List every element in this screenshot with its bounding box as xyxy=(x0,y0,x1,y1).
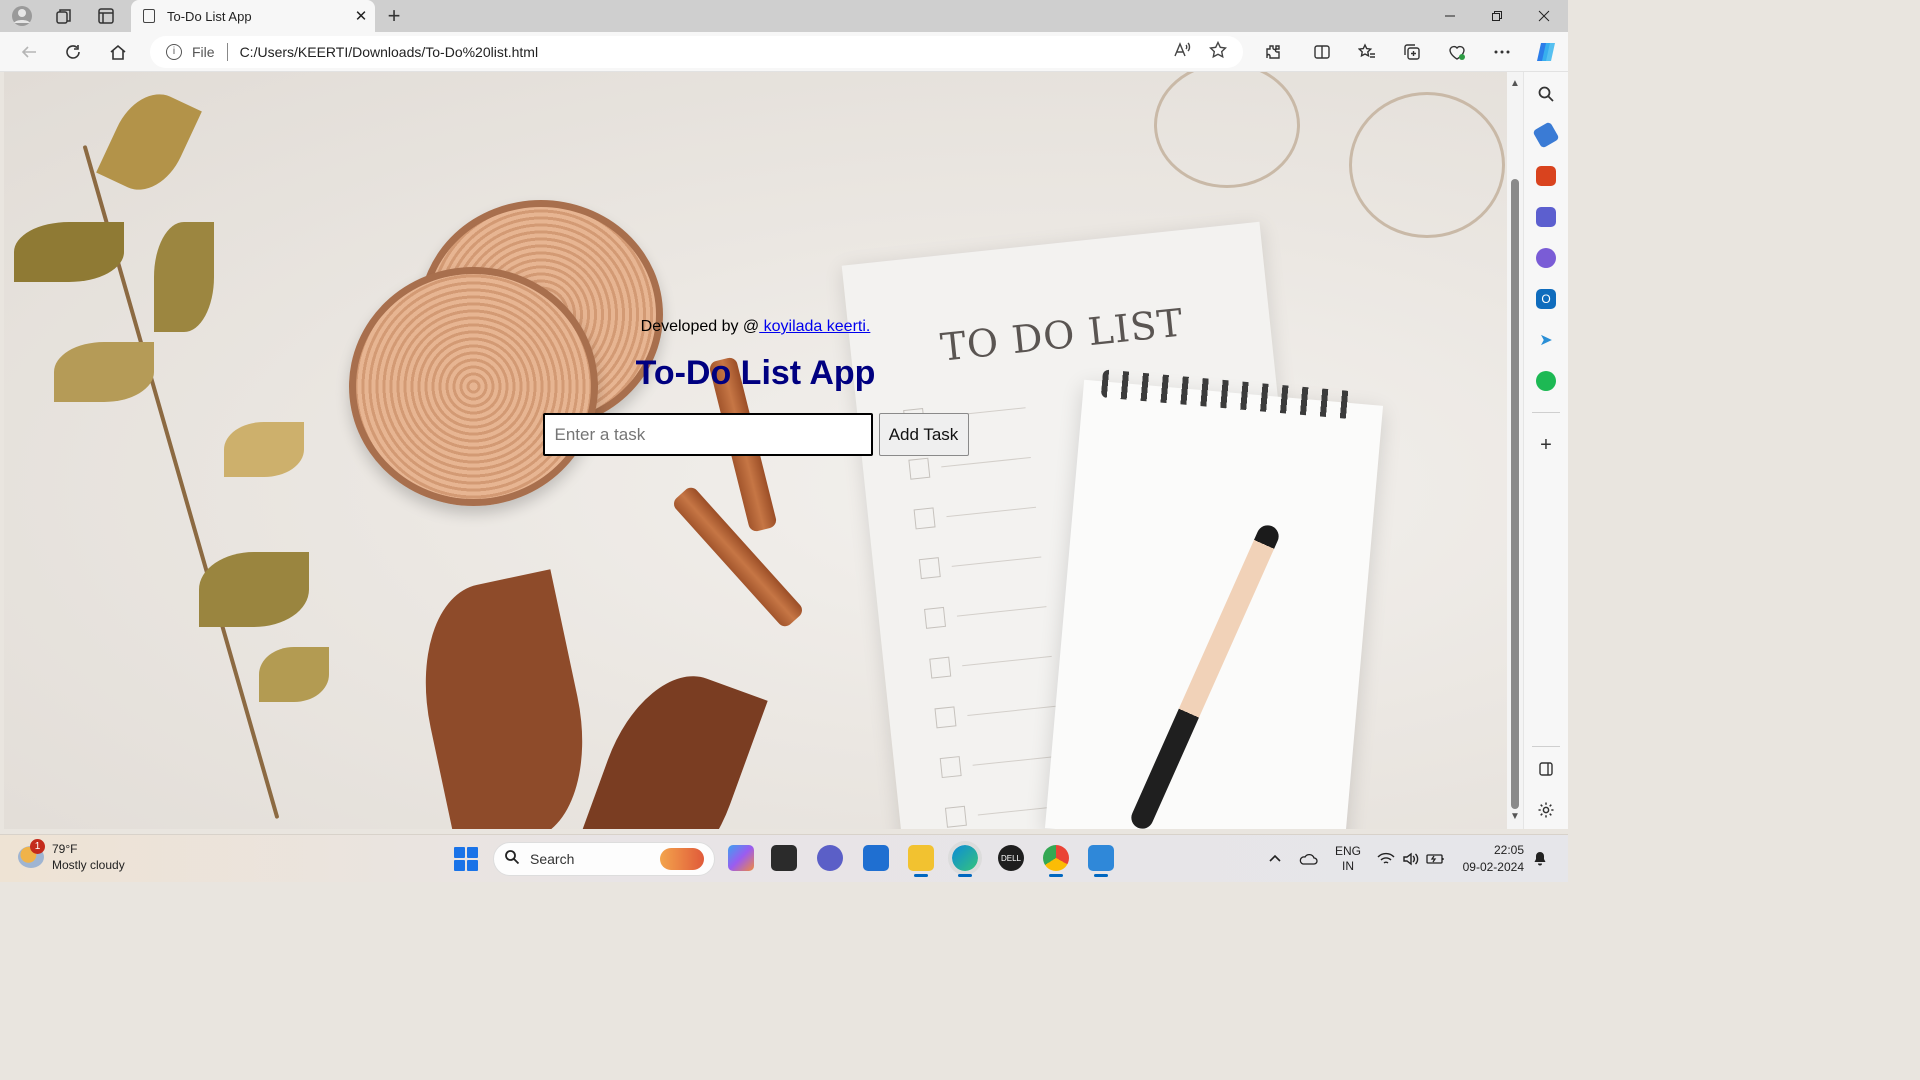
app-title: To-Do List App xyxy=(635,354,876,392)
scroll-down-arrow-icon[interactable]: ▼ xyxy=(1510,811,1520,822)
chrome-app-icon[interactable] xyxy=(1043,845,1069,877)
language-indicator[interactable]: ENG IN xyxy=(1335,835,1361,883)
windows-taskbar: 1 79°F Mostly cloudy Search DELL ENG IN xyxy=(0,834,1568,882)
edge-sidebar: O ➤ + xyxy=(1523,72,1568,829)
info-icon[interactable]: i xyxy=(166,44,182,60)
tab-title: To-Do List App xyxy=(167,8,252,24)
region-code: IN xyxy=(1342,859,1354,873)
developer-link[interactable]: koyilada keerti. xyxy=(759,318,871,335)
address-scheme: File xyxy=(192,44,215,60)
page-scrollbar[interactable]: ▲ ▼ xyxy=(1507,72,1523,829)
glasses-lens-left xyxy=(1154,72,1300,188)
add-sidebar-app-icon[interactable]: + xyxy=(1536,434,1556,456)
favorites-icon[interactable] xyxy=(1352,38,1382,66)
browser-toolbar: i File C:/Users/KEERTI/Downloads/To-Do%2… xyxy=(0,32,1568,72)
add-task-button[interactable]: Add Task xyxy=(878,413,969,456)
volume-icon[interactable] xyxy=(1402,835,1420,883)
plant-leaf xyxy=(199,552,309,627)
address-separator xyxy=(226,43,228,61)
plant-leaf xyxy=(259,647,329,702)
outlook-icon[interactable]: O xyxy=(1536,289,1556,309)
games-icon[interactable] xyxy=(1536,207,1556,227)
system-clock[interactable]: 22:05 09-02-2024 xyxy=(1460,842,1524,876)
microsoft-365-icon[interactable] xyxy=(1536,248,1556,268)
app-content: Developed by @ koyilada keerti. To-Do Li… xyxy=(4,318,1507,456)
teams-chat-app-icon[interactable] xyxy=(817,845,843,871)
show-hidden-icons-chevron-icon[interactable] xyxy=(1268,835,1282,883)
drop-send-icon[interactable]: ➤ xyxy=(1536,330,1556,350)
cinnamon-stick xyxy=(670,484,806,630)
workspaces-icon[interactable] xyxy=(50,4,78,28)
wifi-icon[interactable] xyxy=(1377,835,1395,883)
developer-credit: Developed by @ koyilada keerti. xyxy=(4,318,1507,336)
weather-temperature: 79°F xyxy=(52,842,78,856)
tools-briefcase-icon[interactable] xyxy=(1536,166,1556,186)
clock-date: 09-02-2024 xyxy=(1462,860,1524,874)
sidebar-divider xyxy=(1532,746,1560,747)
page-icon xyxy=(143,9,155,23)
weather-cloud-sun-icon: 1 xyxy=(18,839,45,868)
shopping-tag-icon[interactable] xyxy=(1532,121,1560,149)
taskbar-search[interactable]: Search xyxy=(493,842,715,876)
copilot-preview-app-icon[interactable] xyxy=(728,845,754,871)
onedrive-cloud-icon[interactable] xyxy=(1298,835,1318,883)
scroll-up-arrow-icon[interactable]: ▲ xyxy=(1510,78,1520,89)
file-explorer-app-icon[interactable] xyxy=(908,845,934,877)
spotify-icon[interactable] xyxy=(1536,371,1556,391)
copilot-icon[interactable] xyxy=(1531,38,1561,66)
favorite-star-icon[interactable] xyxy=(1208,40,1228,64)
dried-leaf xyxy=(403,569,605,829)
dell-app-icon[interactable]: DELL xyxy=(998,845,1024,871)
hide-sidebar-icon[interactable] xyxy=(1536,759,1556,779)
scroll-thumb[interactable] xyxy=(1511,179,1519,809)
developer-credit-prefix: Developed by @ xyxy=(640,318,760,335)
weather-alert-badge: 1 xyxy=(30,839,45,854)
extensions-icon[interactable] xyxy=(1258,38,1288,66)
edge-browser-app-icon[interactable] xyxy=(948,841,982,877)
sidebar-search-icon[interactable] xyxy=(1536,84,1556,104)
new-tab-button[interactable]: + xyxy=(380,2,408,30)
search-highlight-art xyxy=(660,848,704,870)
plant-leaf xyxy=(154,222,214,332)
home-icon[interactable] xyxy=(103,38,133,66)
close-tab-icon[interactable]: ✕ xyxy=(347,7,375,25)
restore-icon[interactable] xyxy=(1474,0,1520,32)
collections-icon[interactable] xyxy=(1397,38,1427,66)
task-view-app-icon[interactable] xyxy=(771,845,797,871)
address-bar[interactable]: i File C:/Users/KEERTI/Downloads/To-Do%2… xyxy=(150,36,1243,68)
microsoft-store-app-icon[interactable] xyxy=(863,845,889,871)
browser-tab[interactable]: To-Do List App ✕ xyxy=(131,0,375,32)
dried-leaf xyxy=(570,656,768,829)
browser-essentials-icon[interactable] xyxy=(1442,38,1472,66)
sidebar-divider xyxy=(1532,412,1560,413)
battery-icon[interactable] xyxy=(1426,835,1446,883)
plant-leaf xyxy=(14,222,124,282)
clock-time: 22:05 xyxy=(1493,843,1524,857)
language-code: ENG xyxy=(1335,844,1362,858)
notifications-bell-icon[interactable] xyxy=(1532,835,1548,883)
minimize-icon[interactable] xyxy=(1427,0,1473,32)
back-icon[interactable] xyxy=(14,38,44,66)
tab-strip: To-Do List App ✕ + xyxy=(0,0,1568,32)
task-form: Add Task xyxy=(4,413,1507,456)
sidebar-settings-gear-icon[interactable] xyxy=(1536,800,1556,820)
weather-widget[interactable]: 1 79°F Mostly cloudy xyxy=(18,839,125,873)
notepad-app-icon[interactable] xyxy=(1088,845,1114,877)
page-viewport: TO DO LIST Developed by @ koyilada keert… xyxy=(4,72,1507,829)
profile-icon[interactable] xyxy=(8,4,36,28)
close-window-icon[interactable] xyxy=(1521,0,1567,32)
read-aloud-icon[interactable] xyxy=(1173,41,1191,64)
split-screen-icon[interactable] xyxy=(1307,38,1337,66)
task-input[interactable] xyxy=(542,413,873,456)
tab-actions-icon[interactable] xyxy=(92,4,120,28)
url-text[interactable]: C:/Users/KEERTI/Downloads/To-Do%20list.h… xyxy=(240,44,1173,60)
glasses-lens-right xyxy=(1349,92,1505,238)
plant-leaf xyxy=(96,81,202,203)
taskbar-search-label: Search xyxy=(530,851,575,867)
windows-start-icon[interactable] xyxy=(454,847,478,871)
more-options-icon[interactable] xyxy=(1487,38,1517,66)
refresh-icon[interactable] xyxy=(58,38,88,66)
taskbar-search-icon xyxy=(504,849,520,870)
weather-condition: Mostly cloudy xyxy=(52,858,125,872)
